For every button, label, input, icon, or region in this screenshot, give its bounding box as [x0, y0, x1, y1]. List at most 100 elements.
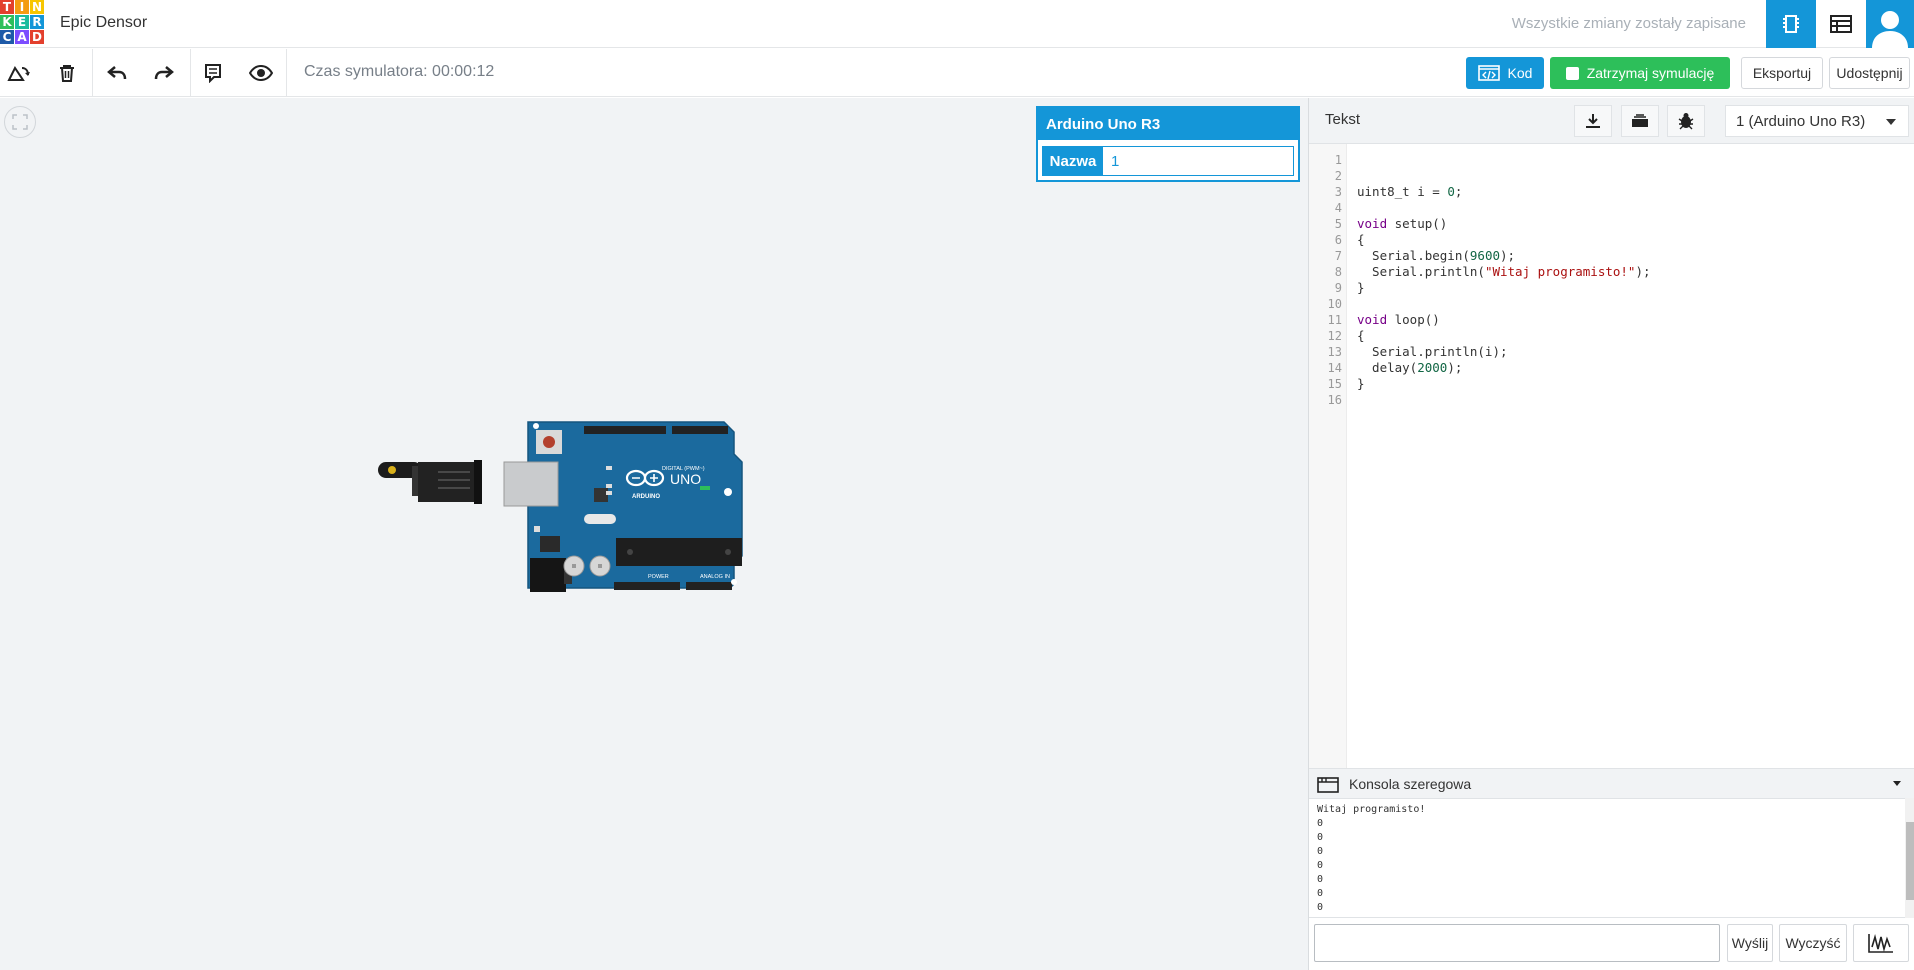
table-icon [1830, 15, 1852, 33]
code-line: Serial.println(i); [1357, 344, 1508, 359]
line-number: 2 [1334, 169, 1342, 183]
serial-input[interactable] [1314, 924, 1720, 962]
reset-button[interactable] [543, 436, 555, 448]
line-number: 11 [1327, 313, 1342, 327]
line-number: 5 [1334, 217, 1342, 231]
console-line: Witaj programisto! [1317, 804, 1426, 815]
line-number: 7 [1334, 249, 1342, 263]
redo-button[interactable] [150, 59, 178, 87]
arduino-uno-board[interactable]: UNO ARDUINO DIGITAL (PWM~) POWER ANALOG … [378, 418, 758, 604]
scrollbar-thumb[interactable] [1906, 822, 1914, 900]
toolbar: Czas symulatora: 00:00:12 Kod Zatrzymaj … [0, 49, 1914, 97]
visibility-button[interactable] [247, 59, 275, 87]
component-inspector: Arduino Uno R3 Nazwa 1 [1036, 106, 1300, 182]
collapse-caret-icon[interactable] [1893, 781, 1901, 786]
waveform-icon [1868, 933, 1893, 953]
code-panel-header: Tekst 1 (Arduino Uno R3) [1309, 98, 1914, 144]
name-label: Nazwa [1043, 147, 1103, 175]
eye-icon [249, 65, 273, 81]
libraries-button[interactable] [1621, 105, 1659, 137]
digital-label: DIGITAL (PWM~) [662, 466, 705, 472]
export-button[interactable]: Eksportuj [1741, 57, 1823, 89]
device-select[interactable]: 1 (Arduino Uno R3) [1725, 105, 1909, 137]
project-title[interactable]: Epic Densor [60, 14, 147, 32]
code-line: } [1357, 280, 1365, 295]
top-bar: T I N K E R C A D Epic Densor Wszystkie … [0, 0, 1914, 48]
line-number: 14 [1327, 361, 1342, 375]
logo-letter: K [0, 15, 14, 29]
logo-letter: T [0, 0, 14, 14]
inspector-title: Arduino Uno R3 [1038, 108, 1298, 140]
logo-letter: C [0, 30, 14, 44]
delete-button[interactable] [53, 59, 81, 87]
circuit-view-button[interactable] [1766, 0, 1816, 48]
rotate-icon [7, 66, 30, 81]
console-line: 0 [1317, 846, 1324, 857]
redo-icon [154, 66, 174, 80]
dropdown-caret-icon [1886, 119, 1896, 125]
component-list-button[interactable] [1816, 0, 1866, 48]
graph-button[interactable] [1853, 924, 1909, 962]
code-button-label: Kod [1507, 65, 1533, 81]
console-line: 0 [1317, 832, 1324, 843]
power-jack [530, 558, 566, 592]
code-mode-label[interactable]: Tekst [1325, 111, 1360, 128]
power-label: POWER [648, 574, 669, 580]
workplane-canvas[interactable]: Arduino Uno R3 Nazwa 1 UNO ARDUINO DIGIT… [0, 98, 1308, 970]
library-icon [1632, 114, 1648, 127]
undo-button[interactable] [103, 59, 131, 87]
line-number: 9 [1334, 281, 1342, 295]
code-line: { [1357, 232, 1365, 247]
code-line: } [1357, 376, 1365, 391]
download-icon [1586, 114, 1600, 128]
code-line: Serial.begin(9600); [1357, 248, 1516, 263]
rotate-button[interactable] [5, 59, 33, 87]
undo-icon [107, 66, 127, 80]
clear-button[interactable]: Wyczyść [1779, 924, 1847, 962]
usb-port [503, 461, 559, 507]
code-line: void setup() [1357, 216, 1448, 231]
console-header[interactable]: Konsola szeregowa [1309, 768, 1914, 798]
note-icon [205, 64, 221, 83]
console-scrollbar[interactable] [1905, 798, 1914, 918]
share-button[interactable]: Udostępnij [1829, 57, 1910, 89]
code-line: Serial.println("Witaj programisto!"); [1357, 264, 1651, 279]
stop-simulation-label: Zatrzymaj symulację [1586, 65, 1715, 81]
code-editor[interactable]: 1 2 3 4 5 6 7 8 9 10 11 12 13 14 15 16 u… [1309, 144, 1914, 768]
stop-simulation-button[interactable]: Zatrzymaj symulację [1550, 57, 1730, 89]
console-line: 0 [1317, 888, 1324, 899]
code-text[interactable]: uint8_t i = 0; void setup(){ Serial.begi… [1347, 144, 1914, 768]
name-field: Nazwa 1 [1042, 146, 1294, 176]
line-number: 3 [1334, 185, 1342, 199]
send-button[interactable]: Wyślij [1727, 924, 1773, 962]
console-title: Konsola szeregowa [1349, 776, 1472, 792]
console-line: 0 [1317, 874, 1324, 885]
download-code-button[interactable] [1574, 105, 1612, 137]
tinkercad-logo[interactable]: T I N K E R C A D [0, 0, 44, 44]
user-avatar[interactable] [1866, 0, 1914, 48]
simulator-time: Czas symulatora: 00:00:12 [304, 63, 495, 80]
code-line: uint8_t i = 0; [1357, 184, 1463, 199]
code-button[interactable]: Kod [1466, 57, 1544, 89]
debugger-button[interactable] [1667, 105, 1705, 137]
logo-letter: N [30, 0, 44, 14]
notes-button[interactable] [199, 59, 227, 87]
stop-icon [1565, 66, 1579, 80]
line-number: 16 [1327, 393, 1342, 407]
line-number: 4 [1334, 201, 1342, 215]
trash-icon [60, 65, 74, 82]
board-model-label: UNO [670, 471, 701, 487]
fit-view-icon [12, 114, 28, 130]
bug-icon [1678, 113, 1694, 130]
line-number: 8 [1334, 265, 1342, 279]
line-number: 13 [1327, 345, 1342, 359]
name-input[interactable]: 1 [1103, 147, 1293, 175]
logo-letter: R [30, 15, 44, 29]
fit-view-button[interactable] [4, 106, 36, 138]
chip-icon [1783, 15, 1799, 33]
code-editor-icon [1477, 65, 1500, 81]
console-line: 0 [1317, 818, 1324, 829]
analog-label: ANALOG IN [700, 574, 730, 580]
